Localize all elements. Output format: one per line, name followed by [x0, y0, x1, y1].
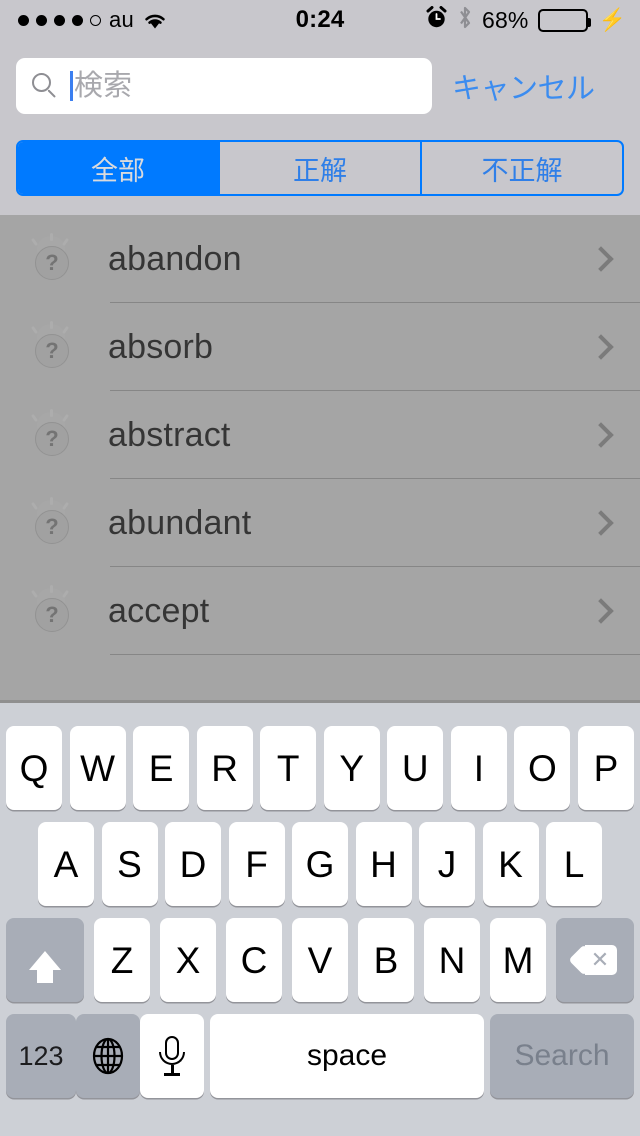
text-cursor: [70, 71, 73, 101]
key-e[interactable]: E: [133, 726, 190, 810]
question-badge-icon: ?: [30, 497, 73, 546]
backspace-key[interactable]: ✕: [556, 918, 634, 1002]
key-m[interactable]: M: [490, 918, 546, 1002]
key-t[interactable]: T: [260, 726, 317, 810]
search-header: 検索 キャンセル 全部 正解 不正解: [0, 40, 640, 215]
list-item[interactable]: ? absorb: [0, 303, 640, 391]
search-placeholder: 検索: [74, 69, 133, 102]
key-k[interactable]: K: [482, 822, 539, 906]
app-screen: au 0:24 68% ⚡ 検索 キャンセル 全部 正解 不正解 ? aband…: [0, 0, 640, 1136]
dictation-key[interactable]: [140, 1014, 204, 1098]
key-d[interactable]: D: [165, 822, 221, 906]
list-item-label: abundant: [108, 503, 252, 542]
alarm-clock-icon: [425, 6, 448, 34]
key-o[interactable]: O: [514, 726, 571, 810]
microphone-icon: [159, 1036, 185, 1076]
keyboard-row-3-letters: ZXCVBNM: [84, 918, 556, 1002]
list-item-label: accept: [108, 591, 210, 630]
question-badge-icon: ?: [30, 233, 73, 282]
shift-key[interactable]: [6, 918, 84, 1002]
key-r[interactable]: R: [196, 726, 253, 810]
battery-nub: [586, 17, 591, 27]
keyboard-row-3: ZXCVBNM ✕: [0, 918, 640, 1002]
key-f[interactable]: F: [228, 822, 285, 906]
key-y[interactable]: Y: [323, 726, 380, 810]
key-j[interactable]: J: [419, 822, 475, 906]
key-n[interactable]: N: [424, 918, 480, 1002]
list-item-label: abstract: [108, 415, 231, 454]
onscreen-keyboard[interactable]: QWERTYUIOP ASDFGHJKL ZXCVBNM ✕ 123 space…: [0, 703, 640, 1136]
key-i[interactable]: I: [450, 726, 507, 810]
filter-segmented-control[interactable]: 全部 正解 不正解: [16, 140, 624, 196]
key-h[interactable]: H: [355, 822, 412, 906]
backspace-icon: ✕: [568, 944, 617, 976]
search-return-key[interactable]: Search: [490, 1014, 634, 1098]
segment-all[interactable]: 全部: [18, 142, 218, 194]
battery-percent-label: 68%: [481, 6, 529, 33]
space-key[interactable]: space: [210, 1014, 484, 1098]
key-a[interactable]: A: [38, 822, 94, 906]
globe-icon: [89, 1037, 127, 1075]
key-u[interactable]: U: [387, 726, 444, 810]
list-item[interactable]: ? abstract: [0, 391, 640, 479]
numbers-key[interactable]: 123: [6, 1014, 76, 1098]
segment-correct[interactable]: 正解: [218, 142, 420, 194]
key-g[interactable]: G: [292, 822, 348, 906]
list-item[interactable]: ? accept: [0, 567, 640, 655]
key-q[interactable]: Q: [6, 726, 62, 810]
row-separator: [110, 654, 640, 655]
list-item-label: abandon: [108, 239, 242, 278]
key-p[interactable]: P: [577, 726, 634, 810]
key-z[interactable]: Z: [94, 918, 150, 1002]
key-b[interactable]: B: [358, 918, 414, 1002]
chevron-right-icon: [588, 334, 614, 360]
word-list[interactable]: ? abandon? absorb? abstract? abundant? accept: [0, 215, 640, 703]
cancel-button[interactable]: キャンセル: [452, 58, 632, 114]
chevron-right-icon: [588, 510, 614, 536]
search-icon: [32, 73, 58, 99]
key-s[interactable]: S: [101, 822, 158, 906]
chevron-right-icon: [588, 422, 614, 448]
keyboard-row-1: QWERTYUIOP: [0, 726, 640, 810]
lightning-bolt-icon: ⚡: [598, 7, 626, 32]
key-w[interactable]: W: [69, 726, 126, 810]
shift-arrow-icon: [29, 950, 61, 983]
bluetooth-icon: [457, 5, 473, 35]
key-v[interactable]: V: [292, 918, 348, 1002]
battery-icon: [537, 8, 591, 32]
key-l[interactable]: L: [546, 822, 602, 906]
list-item[interactable]: ? abundant: [0, 479, 640, 567]
chevron-right-icon: [588, 246, 614, 272]
globe-key[interactable]: [76, 1014, 140, 1098]
segment-incorrect[interactable]: 不正解: [420, 142, 622, 194]
list-item[interactable]: ? abandon: [0, 215, 640, 303]
status-bar-right: 68% ⚡: [425, 0, 626, 40]
status-bar: au 0:24 68% ⚡: [0, 0, 640, 40]
list-item-label: absorb: [108, 327, 214, 366]
keyboard-row-4: 123 space Search: [0, 1014, 640, 1098]
key-c[interactable]: C: [226, 918, 282, 1002]
question-badge-icon: ?: [30, 585, 73, 634]
question-badge-icon: ?: [30, 321, 73, 370]
keyboard-row-2: ASDFGHJKL: [0, 822, 640, 906]
question-badge-icon: ?: [30, 409, 73, 458]
chevron-right-icon: [588, 598, 614, 624]
search-input[interactable]: 検索: [16, 58, 432, 114]
key-x[interactable]: X: [160, 918, 216, 1002]
